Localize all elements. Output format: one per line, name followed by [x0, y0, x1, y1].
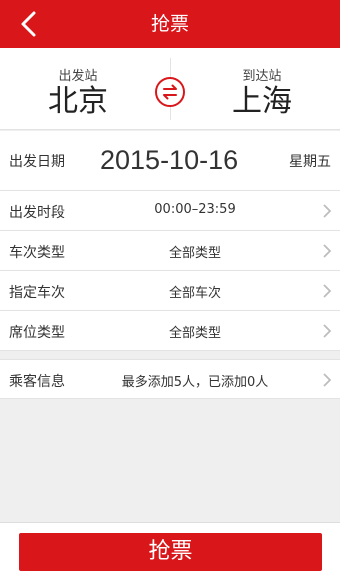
- row-label: 乘客信息: [9, 374, 65, 390]
- weekday-label: 星期五: [289, 154, 331, 170]
- train-type-row[interactable]: 车次类型 全部类型: [0, 231, 340, 271]
- chevron-right-icon: [323, 284, 331, 298]
- from-station-label: 出发站: [58, 69, 98, 84]
- departure-date-value: 2015-10-16: [100, 145, 239, 175]
- departure-date-label: 出发日期: [9, 154, 65, 170]
- swap-stations-button[interactable]: [155, 77, 185, 107]
- departure-time-row[interactable]: 出发时段 00:00–23:59: [0, 191, 340, 231]
- seat-type-row[interactable]: 席位类型 全部类型: [0, 311, 340, 351]
- chevron-right-icon: [323, 324, 331, 338]
- specific-train-row[interactable]: 指定车次 全部车次: [0, 271, 340, 311]
- chevron-right-icon: [323, 244, 331, 258]
- row-value: 00:00–23:59: [154, 202, 236, 217]
- row-label: 指定车次: [9, 285, 65, 301]
- swap-icon: [163, 84, 177, 100]
- row-value: 全部车次: [168, 286, 221, 301]
- row-label: 席位类型: [9, 325, 65, 341]
- row-label: 出发时段: [9, 205, 65, 221]
- row-value: 最多添加5人，已添加0人: [121, 375, 269, 390]
- chevron-right-icon: [323, 373, 331, 387]
- to-station-name[interactable]: 上海: [202, 84, 322, 120]
- chevron-right-icon: [323, 204, 331, 218]
- app-header: 抢票: [0, 0, 340, 48]
- page-title: 抢票: [150, 13, 189, 35]
- row-value: 全部类型: [168, 326, 221, 341]
- to-station-label: 到达站: [242, 69, 282, 84]
- departure-date-row[interactable]: 出发日期 2015-10-16 星期五: [0, 131, 340, 191]
- grab-ticket-button[interactable]: 抢票: [19, 533, 322, 571]
- row-label: 车次类型: [9, 245, 65, 261]
- bottom-action-bar: 抢票: [0, 522, 340, 580]
- passenger-info-row[interactable]: 乘客信息 最多添加5人，已添加0人: [0, 359, 340, 399]
- row-value: 全部类型: [168, 246, 221, 261]
- from-station-name[interactable]: 北京: [18, 84, 138, 120]
- section-gap: [0, 351, 340, 359]
